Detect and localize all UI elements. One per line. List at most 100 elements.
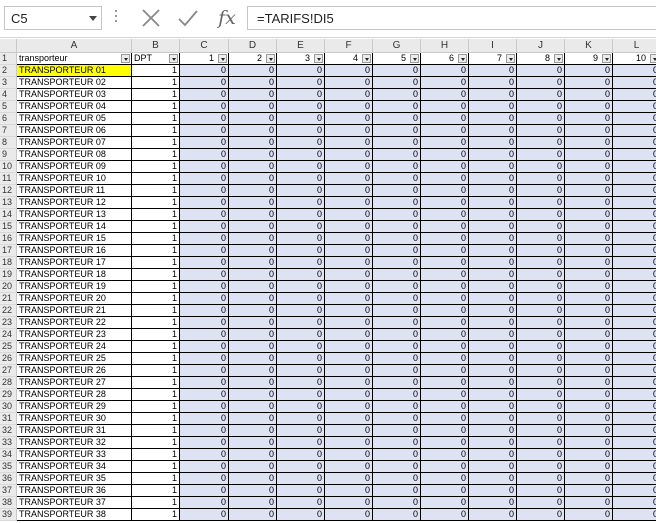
cell-value[interactable]: 0: [565, 401, 613, 413]
cell-value[interactable]: 0: [277, 281, 325, 293]
row-header[interactable]: 32: [0, 425, 17, 437]
cell-value[interactable]: 0: [229, 473, 277, 485]
cell-value[interactable]: 0: [613, 329, 656, 341]
cell-value[interactable]: 0: [277, 233, 325, 245]
row-header[interactable]: 9: [0, 149, 17, 161]
cell-value[interactable]: 0: [180, 137, 229, 149]
cell-value[interactable]: 0: [325, 401, 373, 413]
cell-value[interactable]: 0: [373, 449, 421, 461]
cell-value[interactable]: 0: [421, 161, 469, 173]
cell-value[interactable]: 0: [373, 353, 421, 365]
cell-value[interactable]: 0: [613, 89, 656, 101]
cell-value[interactable]: 0: [373, 377, 421, 389]
cell-value[interactable]: 0: [373, 137, 421, 149]
cell-value[interactable]: 0: [325, 77, 373, 89]
cell-value[interactable]: 0: [517, 473, 565, 485]
cancel-icon[interactable]: [139, 7, 163, 29]
filter-dropdown-icon[interactable]: [410, 54, 419, 63]
cell-value[interactable]: 0: [565, 317, 613, 329]
cell-value[interactable]: 0: [180, 449, 229, 461]
cell-value[interactable]: 0: [229, 113, 277, 125]
cell-value[interactable]: 0: [469, 509, 517, 521]
cell-value[interactable]: 0: [277, 149, 325, 161]
cell-value[interactable]: 0: [517, 425, 565, 437]
cell-value[interactable]: 0: [613, 209, 656, 221]
cell-value[interactable]: 0: [421, 341, 469, 353]
cell-value[interactable]: 0: [565, 449, 613, 461]
header-cell-number[interactable]: 2: [229, 53, 277, 65]
filter-dropdown-icon[interactable]: [121, 54, 130, 63]
cell-value[interactable]: 0: [469, 437, 517, 449]
cell-value[interactable]: 0: [373, 149, 421, 161]
cell-value[interactable]: 0: [229, 281, 277, 293]
cell-value[interactable]: 0: [277, 77, 325, 89]
cell-value[interactable]: 0: [469, 461, 517, 473]
cell-value[interactable]: 0: [180, 281, 229, 293]
cell-value[interactable]: 0: [517, 137, 565, 149]
cell-value[interactable]: 0: [469, 413, 517, 425]
cell-value[interactable]: 0: [517, 89, 565, 101]
cell-value[interactable]: 0: [229, 149, 277, 161]
cell-value[interactable]: 0: [180, 437, 229, 449]
cell-value[interactable]: 0: [277, 449, 325, 461]
cell-value[interactable]: 0: [613, 377, 656, 389]
cell-value[interactable]: 0: [421, 113, 469, 125]
cell-value[interactable]: 0: [325, 101, 373, 113]
cell-value[interactable]: 0: [565, 89, 613, 101]
cell-transporteur[interactable]: TRANSPORTEUR 29: [17, 401, 132, 413]
cell-value[interactable]: 0: [565, 389, 613, 401]
cell-value[interactable]: 0: [469, 497, 517, 509]
cell-value[interactable]: 0: [565, 377, 613, 389]
cell-value[interactable]: 0: [565, 485, 613, 497]
cell-value[interactable]: 0: [469, 245, 517, 257]
cell-dpt[interactable]: 1: [132, 461, 180, 473]
cell-value[interactable]: 0: [613, 161, 656, 173]
cell-value[interactable]: 0: [469, 305, 517, 317]
cell-value[interactable]: 0: [421, 329, 469, 341]
row-header[interactable]: 6: [0, 113, 17, 125]
cell-value[interactable]: 0: [229, 77, 277, 89]
cell-value[interactable]: 0: [565, 125, 613, 137]
cell-value[interactable]: 0: [373, 269, 421, 281]
cell-value[interactable]: 0: [277, 365, 325, 377]
filter-dropdown-icon[interactable]: [506, 54, 515, 63]
cell-value[interactable]: 0: [421, 473, 469, 485]
header-cell-number[interactable]: 8: [517, 53, 565, 65]
filter-dropdown-icon[interactable]: [650, 54, 656, 63]
cell-value[interactable]: 0: [277, 377, 325, 389]
row-header[interactable]: 18: [0, 257, 17, 269]
cell-value[interactable]: 0: [180, 209, 229, 221]
cell-value[interactable]: 0: [469, 161, 517, 173]
cell-dpt[interactable]: 1: [132, 125, 180, 137]
cell-transporteur[interactable]: TRANSPORTEUR 04: [17, 101, 132, 113]
cell-value[interactable]: 0: [229, 173, 277, 185]
cell-transporteur[interactable]: TRANSPORTEUR 27: [17, 377, 132, 389]
select-all-corner[interactable]: [0, 39, 17, 53]
cell-transporteur[interactable]: TRANSPORTEUR 09: [17, 161, 132, 173]
cell-value[interactable]: 0: [421, 173, 469, 185]
cell-value[interactable]: 0: [229, 485, 277, 497]
cell-value[interactable]: 0: [229, 317, 277, 329]
cell-value[interactable]: 0: [565, 185, 613, 197]
cell-value[interactable]: 0: [517, 77, 565, 89]
cell-value[interactable]: 0: [469, 353, 517, 365]
cell-value[interactable]: 0: [229, 461, 277, 473]
cell-value[interactable]: 0: [373, 437, 421, 449]
cell-value[interactable]: 0: [277, 425, 325, 437]
cell-dpt[interactable]: 1: [132, 305, 180, 317]
cell-value[interactable]: 0: [565, 197, 613, 209]
cell-value[interactable]: 0: [180, 365, 229, 377]
cell-value[interactable]: 0: [565, 353, 613, 365]
cell-value[interactable]: 0: [613, 101, 656, 113]
cell-value[interactable]: 0: [421, 365, 469, 377]
cell-dpt[interactable]: 1: [132, 269, 180, 281]
cell-value[interactable]: 0: [517, 305, 565, 317]
cell-value[interactable]: 0: [325, 149, 373, 161]
cell-transporteur[interactable]: TRANSPORTEUR 15: [17, 233, 132, 245]
cell-dpt[interactable]: 1: [132, 89, 180, 101]
cell-value[interactable]: 0: [277, 437, 325, 449]
cell-value[interactable]: 0: [421, 461, 469, 473]
cell-value[interactable]: 0: [565, 161, 613, 173]
cell-value[interactable]: 0: [325, 317, 373, 329]
cell-value[interactable]: 0: [325, 257, 373, 269]
